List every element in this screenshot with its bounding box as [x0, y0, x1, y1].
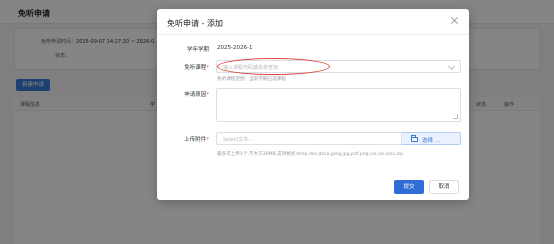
add-dialog: 免听申请 - 添加 学年学期 2025-2026-1 免听课程* 输入课程代码或… [157, 9, 469, 200]
dialog-divider [157, 34, 469, 35]
choose-file-button[interactable]: 选择 ... [402, 132, 461, 145]
attachment-placeholder: Select文件... [223, 137, 254, 143]
attachment-input[interactable]: Select文件... [216, 132, 402, 145]
folder-icon [411, 135, 418, 142]
resize-handle-icon[interactable] [453, 114, 458, 119]
choose-file-label: 选择 ... [422, 138, 440, 144]
course-hint: 免听课程范围：当前学期已选课程 [217, 77, 286, 82]
attach-label-row: 上传附件* [167, 135, 209, 143]
required-mark: * [206, 65, 209, 71]
required-mark: * [206, 137, 209, 143]
close-icon[interactable] [450, 16, 459, 25]
required-mark: * [206, 92, 209, 98]
term-label: 学年学期 [186, 47, 209, 53]
submit-button[interactable]: 提交 [394, 180, 424, 194]
cancel-button[interactable]: 取消 [429, 180, 459, 194]
chevron-down-icon[interactable] [447, 62, 456, 71]
reason-label: 申请原因 [184, 92, 207, 98]
course-label-row: 免听课程* [167, 63, 209, 71]
reason-label-row: 申请原因* [167, 90, 209, 98]
reason-textarea[interactable] [216, 88, 461, 122]
course-label: 免听课程 [184, 65, 207, 71]
attachment-hint: 最多可上传1个,不大于20MB,支持格式:bmp,doc,docx,jpeg,j… [217, 152, 404, 157]
highlight-oval [217, 58, 330, 75]
attach-label: 上传附件 [184, 137, 207, 143]
term-value: 2025-2026-1 [217, 45, 253, 51]
dialog-title: 免听申请 - 添加 [167, 19, 223, 28]
